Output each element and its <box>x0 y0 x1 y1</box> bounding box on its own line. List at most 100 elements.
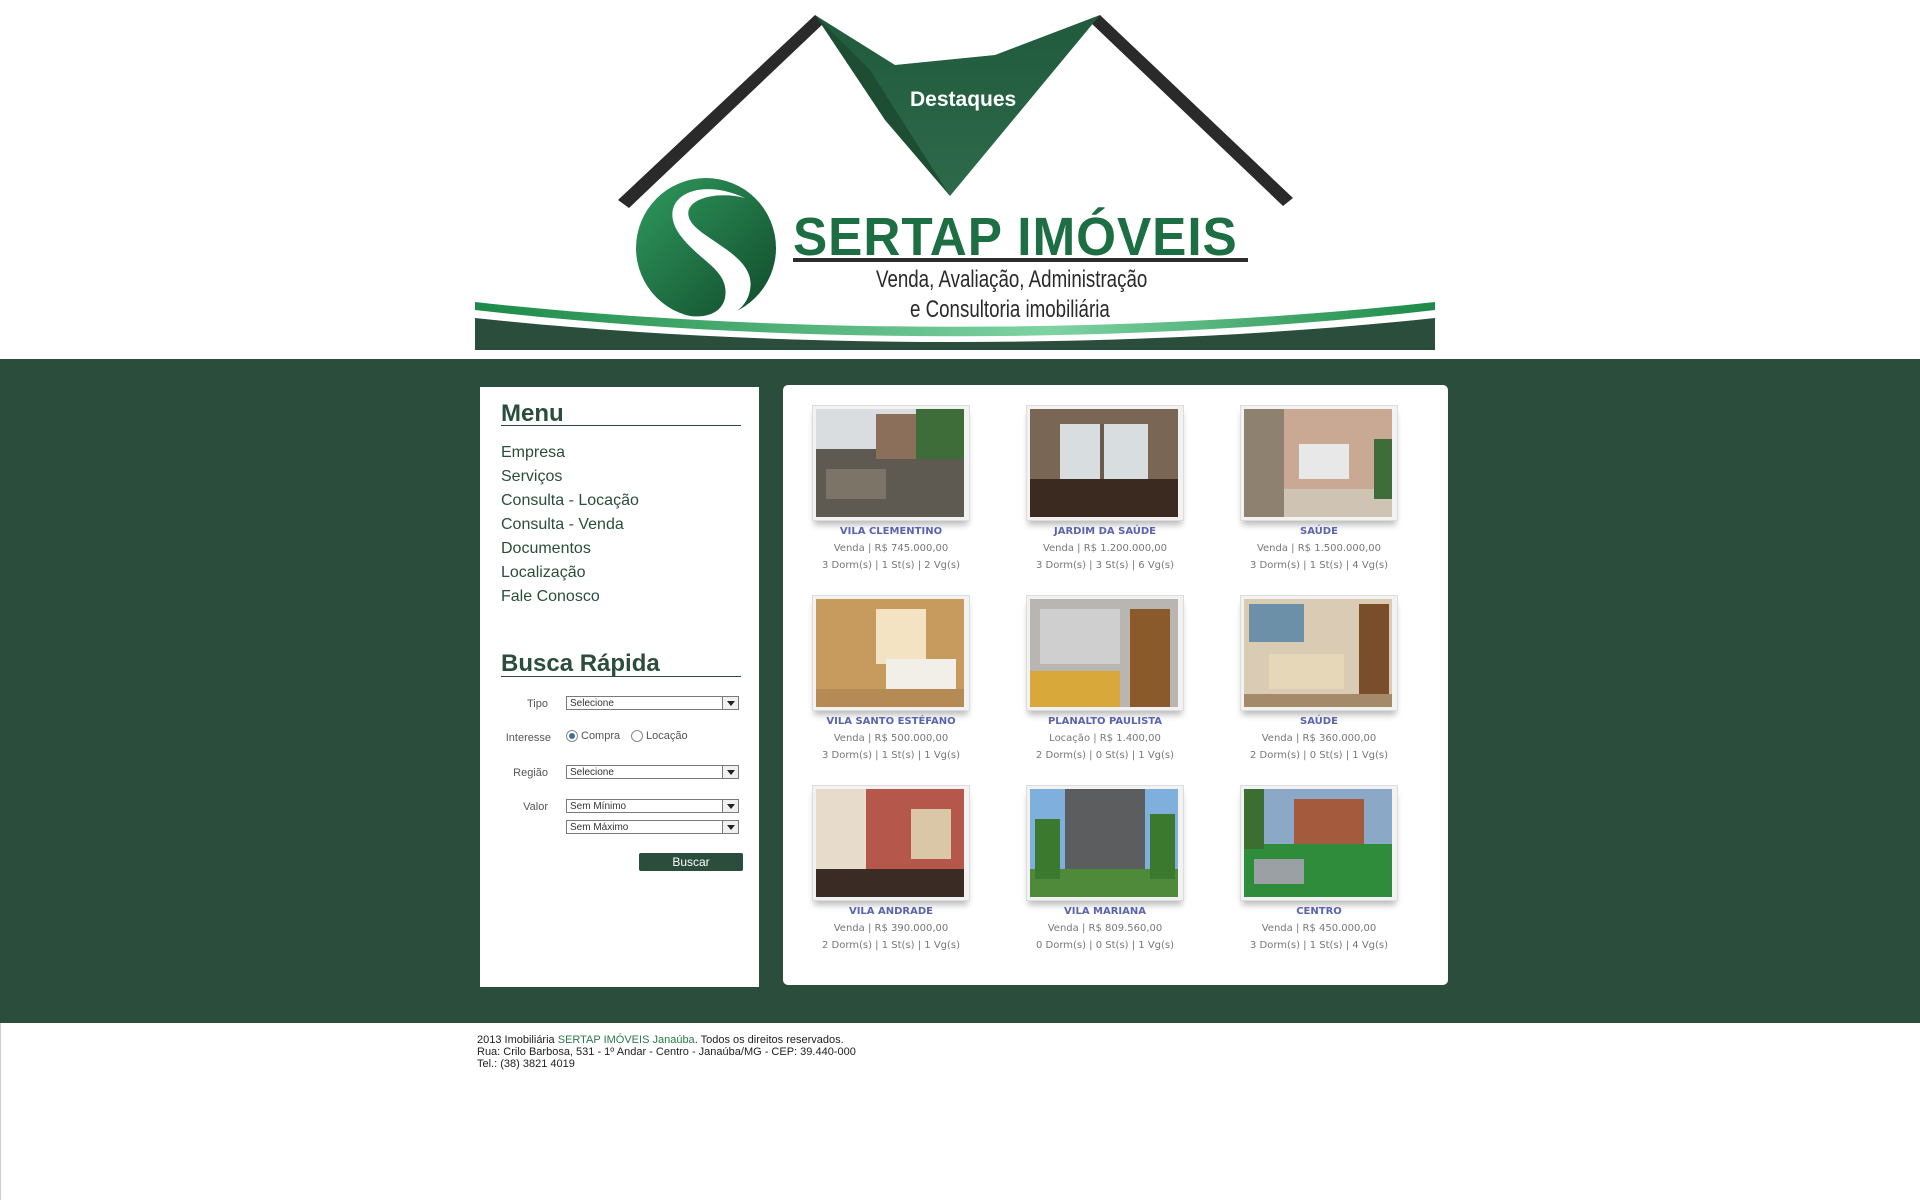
listing-specs: 3 Dorm(s) | 1 St(s) | 1 Vg(s) <box>821 750 961 761</box>
listing-photo-frame <box>1240 405 1398 521</box>
listing-name[interactable]: JARDIM DA SAÚDE <box>1007 526 1203 537</box>
listing-specs: 3 Dorm(s) | 1 St(s) | 4 Vg(s) <box>1249 940 1389 951</box>
listing-card[interactable]: JARDIM DA SAÚDE Venda | R$ 1.200.000,00 … <box>1007 395 1221 585</box>
menu-item-fale-conosco[interactable]: Fale Conosco <box>501 588 600 606</box>
valor-min-select[interactable]: Sem Mínimo <box>566 799 739 813</box>
listing-card[interactable]: CENTRO Venda | R$ 450.000,00 3 Dorm(s) |… <box>1221 775 1435 965</box>
listing-card[interactable]: VILA ANDRADE Venda | R$ 390.000,00 2 Dor… <box>793 775 1007 965</box>
valor-max-select[interactable]: Sem Máximo <box>566 820 739 834</box>
menu-item-consulta-locacao[interactable]: Consulta - Locação <box>501 492 639 510</box>
regiao-select-value: Selecione <box>570 767 614 778</box>
menu-item-documentos[interactable]: Documentos <box>501 540 591 558</box>
site-footer: 2013 Imobiliária SERTAP IMÓVEIS Janaúba.… <box>477 1034 856 1070</box>
listing-photo <box>816 599 964 707</box>
radio-locacao[interactable]: Locação <box>631 730 688 743</box>
brand-underline <box>793 258 1248 262</box>
listing-name[interactable]: SAÚDE <box>1221 716 1417 727</box>
menu-item-consulta-venda[interactable]: Consulta - Venda <box>501 516 624 534</box>
phone-line: Tel.: (38) 3821 4019 <box>477 1058 575 1070</box>
listing-price: Venda | R$ 360.000,00 <box>1261 733 1377 744</box>
menu-item-localizacao[interactable]: Localização <box>501 564 586 582</box>
listing-photo <box>1030 789 1178 897</box>
listing-card[interactable]: VILA MARIANA Venda | R$ 809.560,00 0 Dor… <box>1007 775 1221 965</box>
listing-specs: 3 Dorm(s) | 1 St(s) | 2 Vg(s) <box>821 560 961 571</box>
listing-photo-frame <box>812 595 970 711</box>
copyright-line: 2013 Imobiliária SERTAP IMÓVEIS Janaúba.… <box>477 1034 856 1046</box>
sidebar-panel: Menu Empresa Serviços Consulta - Locação… <box>480 387 759 987</box>
listing-photo <box>816 409 964 517</box>
highlights-label: Destaques <box>910 88 1017 111</box>
regiao-select[interactable]: Selecione <box>566 765 739 779</box>
tagline-line1: Venda, Avaliação, Administração <box>876 266 1148 293</box>
address-line: Rua: Crilo Barbosa, 531 - 1º Andar - Cen… <box>477 1046 856 1058</box>
radio-compra-label: Compra <box>581 730 621 742</box>
radio-locacao-label: Locação <box>646 730 688 742</box>
tipo-select[interactable]: Selecione <box>566 696 739 710</box>
interesse-radio-group: Compra Locação <box>566 730 746 746</box>
menu-title-rule <box>501 425 741 426</box>
listing-price: Locação | R$ 1.400,00 <box>1049 733 1161 744</box>
listing-photo <box>1030 409 1178 517</box>
listing-price: Venda | R$ 450.000,00 <box>1261 923 1377 934</box>
listing-card[interactable]: SAÚDE Venda | R$ 360.000,00 2 Dorm(s) | … <box>1221 585 1435 775</box>
listing-specs: 2 Dorm(s) | 0 St(s) | 1 Vg(s) <box>1249 750 1389 761</box>
radio-unselected-icon <box>631 730 643 743</box>
tipo-select-value: Selecione <box>570 698 614 709</box>
listing-price: Venda | R$ 809.560,00 <box>1047 923 1163 934</box>
listing-card[interactable]: VILA CLEMENTINO Venda | R$ 745.000,00 3 … <box>793 395 1007 585</box>
interesse-label: Interesse <box>505 732 551 744</box>
valor-label: Valor <box>523 801 548 813</box>
listing-photo <box>1244 599 1392 707</box>
listing-photo-frame <box>1026 595 1184 711</box>
copyright-prefix: 2013 Imobiliária <box>477 1034 558 1046</box>
listings-panel: VILA CLEMENTINO Venda | R$ 745.000,00 3 … <box>783 385 1448 985</box>
listing-price: Venda | R$ 500.000,00 <box>833 733 949 744</box>
listing-name[interactable]: VILA CLEMENTINO <box>793 526 989 537</box>
radio-selected-icon <box>566 730 578 743</box>
site-header: Destaques SERTAP IMÓVEIS Venda, Avaliaçã… <box>0 0 1920 359</box>
listing-name[interactable]: VILA MARIANA <box>1007 906 1203 917</box>
valor-max-value: Sem Máximo <box>570 822 629 833</box>
listing-card[interactable]: PLANALTO PAULISTA Locação | R$ 1.400,00 … <box>1007 585 1221 775</box>
listing-photo-frame <box>812 405 970 521</box>
listing-name[interactable]: PLANALTO PAULISTA <box>1007 716 1203 727</box>
company-link[interactable]: SERTAP IMÓVEIS Janaúba <box>558 1034 695 1046</box>
listing-name[interactable]: SAÚDE <box>1221 526 1417 537</box>
chevron-down-icon <box>722 821 738 833</box>
search-button[interactable]: Buscar <box>639 853 743 871</box>
copyright-suffix: . Todos os direitos reservados. <box>694 1034 844 1046</box>
tagline-line2: e Consultoria imobiliária <box>910 296 1110 323</box>
chevron-down-icon <box>722 697 738 709</box>
listing-photo-frame <box>1240 785 1398 901</box>
listing-name[interactable]: CENTRO <box>1221 906 1417 917</box>
listing-photo-frame <box>1240 595 1398 711</box>
listing-specs: 3 Dorm(s) | 1 St(s) | 4 Vg(s) <box>1249 560 1389 571</box>
valor-min-value: Sem Mínimo <box>570 801 627 812</box>
menu-item-servicos[interactable]: Serviços <box>501 468 562 486</box>
listing-photo <box>1244 409 1392 517</box>
listing-price: Venda | R$ 745.000,00 <box>833 543 949 554</box>
listing-card[interactable]: SAÚDE Venda | R$ 1.500.000,00 3 Dorm(s) … <box>1221 395 1435 585</box>
menu-title: Menu <box>501 400 564 427</box>
listing-price: Venda | R$ 390.000,00 <box>833 923 949 934</box>
menu-item-empresa[interactable]: Empresa <box>501 444 565 462</box>
chevron-down-icon <box>722 766 738 778</box>
listing-photo <box>816 789 964 897</box>
content-band: Menu Empresa Serviços Consulta - Locação… <box>0 359 1920 1023</box>
listing-name[interactable]: VILA ANDRADE <box>793 906 989 917</box>
regiao-label: Região <box>513 767 548 779</box>
listing-specs: 3 Dorm(s) | 3 St(s) | 6 Vg(s) <box>1035 560 1175 571</box>
listing-price: Venda | R$ 1.200.000,00 <box>1042 543 1168 554</box>
tipo-label: Tipo <box>527 698 548 710</box>
listing-photo-frame <box>1026 405 1184 521</box>
listing-price: Venda | R$ 1.500.000,00 <box>1256 543 1382 554</box>
radio-compra[interactable]: Compra <box>566 730 621 743</box>
listing-card[interactable]: VILA SANTO ESTÉFANO Venda | R$ 500.000,0… <box>793 585 1007 775</box>
listing-specs: 0 Dorm(s) | 0 St(s) | 1 Vg(s) <box>1035 940 1175 951</box>
listing-photo-frame <box>1026 785 1184 901</box>
search-title: Busca Rápida <box>501 650 660 677</box>
listing-photo <box>1030 599 1178 707</box>
listing-photo-frame <box>812 785 970 901</box>
listing-name[interactable]: VILA SANTO ESTÉFANO <box>793 716 989 727</box>
listing-specs: 2 Dorm(s) | 1 St(s) | 1 Vg(s) <box>821 940 961 951</box>
